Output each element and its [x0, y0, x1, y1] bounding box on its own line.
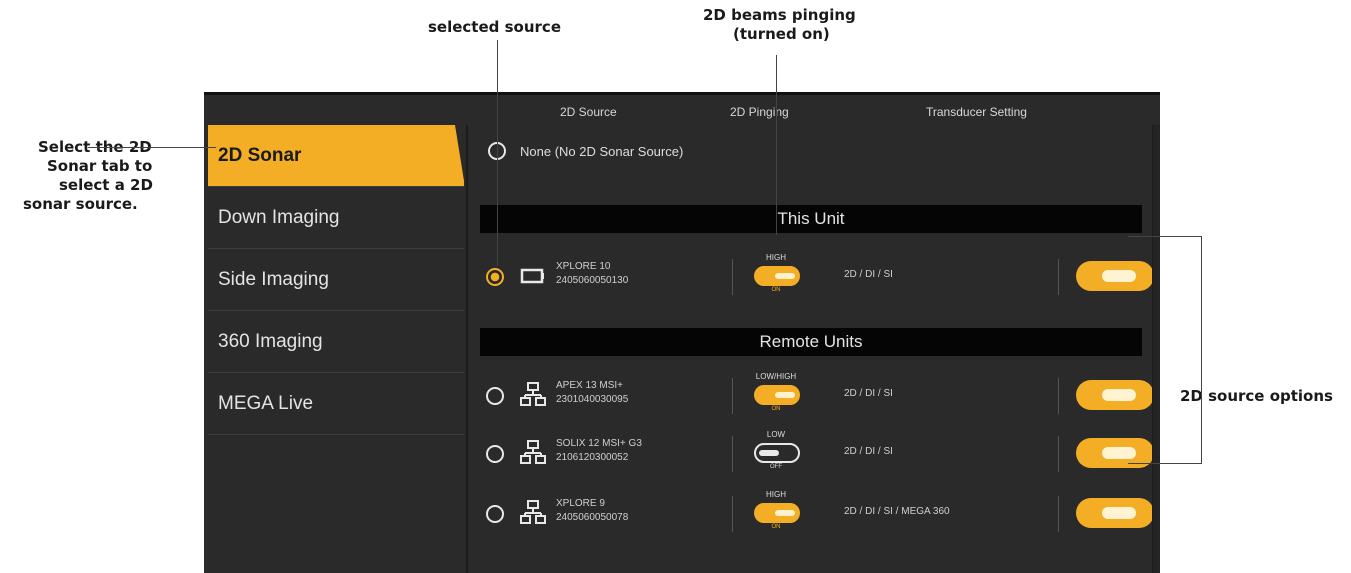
source-row[interactable]: APEX 13 MSI+ 2301040030095 LOW/HIGH ON 2D…	[484, 368, 1154, 424]
display-unit-icon	[520, 268, 544, 284]
sidebar-item-side-imaging[interactable]: Side Imaging	[208, 249, 464, 311]
beams-pinging-callout-line1: 2D beams pinging	[703, 6, 856, 24]
ping-state-label: OFF	[770, 464, 782, 470]
capabilities: 2D / DI / SI	[844, 269, 893, 280]
source-radio-selected[interactable]	[486, 268, 504, 286]
sidebar-item-label: 360 Imaging	[218, 330, 323, 352]
leader-line	[88, 147, 216, 148]
source-row[interactable]: XPLORE 9 2405060050078 HIGH ON 2D / DI / …	[484, 486, 1154, 542]
device-model: SOLIX 12 MSI+ G3	[556, 438, 642, 449]
device-name: XPLORE 10 2405060050130	[556, 260, 628, 288]
device-model: XPLORE 9	[556, 498, 605, 509]
ping-state-label: ON	[771, 287, 781, 293]
selected-source-callout: selected source	[428, 18, 561, 36]
bracket-line	[1201, 236, 1202, 464]
tab-callout-line2: Sonar tab to	[47, 157, 153, 175]
sidebar-item-down-imaging[interactable]: Down Imaging	[208, 187, 464, 249]
source-row[interactable]: SOLIX 12 MSI+ G3 2106120300052 LOW OFF 2D…	[484, 426, 1154, 482]
sonar-source-screen: 2D Source 2D Pinging Transducer Setting …	[204, 92, 1160, 573]
capabilities: 2D / DI / SI	[844, 388, 893, 399]
sidebar-item-label: MEGA Live	[218, 392, 314, 414]
device-serial: 2405060050130	[556, 275, 629, 286]
bracket-line	[1128, 463, 1202, 464]
bracket-line	[1128, 236, 1202, 237]
section-remote-units: Remote Units	[480, 328, 1142, 356]
source-row[interactable]: XPLORE 10 2405060050130 HIGH ON 2D / DI /…	[484, 249, 1154, 305]
divider	[732, 496, 733, 532]
column-headers: 2D Source 2D Pinging Transducer Setting	[204, 101, 1160, 123]
sidebar-item-360-imaging[interactable]: 360 Imaging	[208, 311, 464, 373]
frequency-label: HIGH	[766, 490, 786, 499]
source-options-callout: 2D source options	[1180, 387, 1333, 405]
divider	[1058, 259, 1059, 295]
frequency-label: HIGH	[766, 253, 786, 262]
device-serial: 2405060050078	[556, 512, 629, 523]
column-transducer-setting: Transducer Setting	[926, 105, 1027, 119]
ping-toggle[interactable]	[754, 443, 800, 463]
source-radio[interactable]	[486, 445, 504, 463]
network-icon	[520, 440, 546, 464]
device-serial: 2106120300052	[556, 452, 629, 463]
ping-state-label: ON	[771, 406, 781, 412]
frequency-label: LOW	[766, 430, 786, 439]
divider	[732, 436, 733, 472]
divider	[732, 259, 733, 295]
ping-state-label: ON	[771, 524, 781, 530]
device-name: APEX 13 MSI+ 2301040030095	[556, 379, 628, 407]
capabilities: 2D / DI / SI / MEGA 360	[844, 506, 950, 517]
section-this-unit: This Unit	[480, 205, 1142, 233]
sidebar-item-label: Side Imaging	[218, 268, 329, 290]
sidebar: 2D Sonar Down Imaging Side Imaging 360 I…	[208, 125, 465, 573]
divider	[1058, 378, 1059, 414]
beams-pinging-callout-line2: (turned on)	[733, 25, 830, 43]
tab-callout-line4: sonar source.	[23, 195, 138, 213]
column-2d-source: 2D Source	[560, 105, 617, 119]
sidebar-item-label: Down Imaging	[218, 206, 340, 228]
capabilities: 2D / DI / SI	[844, 446, 893, 457]
sidebar-item-label: 2D Sonar	[218, 144, 302, 166]
device-name: SOLIX 12 MSI+ G3 2106120300052	[556, 437, 642, 465]
source-radio[interactable]	[486, 387, 504, 405]
divider	[1058, 496, 1059, 532]
device-model: APEX 13 MSI+	[556, 380, 623, 391]
none-option-label: None (No 2D Sonar Source)	[520, 143, 684, 159]
sidebar-item-2d-sonar[interactable]: 2D Sonar	[208, 125, 465, 187]
ping-toggle[interactable]	[754, 385, 800, 405]
none-option[interactable]: None (No 2D Sonar Source)	[488, 139, 683, 163]
sidebar-item-mega-live[interactable]: MEGA Live	[208, 373, 464, 435]
transducer-toggle[interactable]	[1076, 498, 1154, 528]
leader-line	[776, 55, 777, 235]
device-model: XPLORE 10	[556, 261, 611, 272]
tab-callout-line3: select a 2D	[59, 176, 153, 194]
column-2d-pinging: 2D Pinging	[730, 105, 789, 119]
source-list: None (No 2D Sonar Source) This Unit XPLO…	[466, 125, 1160, 573]
divider	[1058, 436, 1059, 472]
device-serial: 2301040030095	[556, 394, 629, 405]
frequency-label: LOW/HIGH	[755, 372, 797, 381]
transducer-toggle[interactable]	[1076, 380, 1154, 410]
network-icon	[520, 500, 546, 524]
divider	[732, 378, 733, 414]
source-radio[interactable]	[486, 505, 504, 523]
transducer-toggle[interactable]	[1076, 261, 1154, 291]
ping-toggle[interactable]	[754, 503, 800, 523]
device-name: XPLORE 9 2405060050078	[556, 497, 628, 525]
network-icon	[520, 382, 546, 406]
ping-toggle[interactable]	[754, 266, 800, 286]
leader-line	[497, 40, 498, 266]
scrollbar[interactable]	[1152, 125, 1160, 573]
